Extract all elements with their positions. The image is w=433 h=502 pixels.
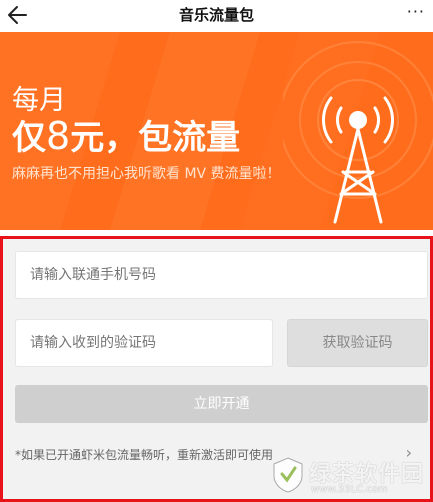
signal-tower-icon	[283, 41, 433, 224]
watermark-url: www.33LC.com	[311, 484, 388, 495]
promo-banner: 每月 仅8元，包流量 麻麻再也不用担心我听歌看 MV 费流量啦！	[0, 32, 433, 230]
headline-price: 8	[46, 114, 71, 158]
headline-prefix: 仅	[12, 118, 46, 158]
verification-code-input[interactable]	[15, 319, 273, 367]
banner-subtitle: 麻麻再也不用担心我听歌看 MV 费流量啦！	[12, 166, 281, 182]
site-watermark: 绿茶软件园 www.33LC.com	[271, 454, 429, 498]
banner-headline: 仅8元，包流量	[12, 110, 240, 159]
headline-suffix: 元，包流量	[70, 118, 241, 158]
shield-logo-icon	[273, 457, 303, 493]
page-title: 音乐流量包	[178, 6, 254, 24]
top-bar: 音乐流量包 ···	[0, 0, 433, 32]
activate-button[interactable]: 立即开通	[15, 385, 428, 423]
phone-input[interactable]	[15, 251, 428, 299]
get-code-button[interactable]: 获取验证码	[287, 319, 428, 367]
more-dots-icon[interactable]: ···	[407, 2, 425, 21]
